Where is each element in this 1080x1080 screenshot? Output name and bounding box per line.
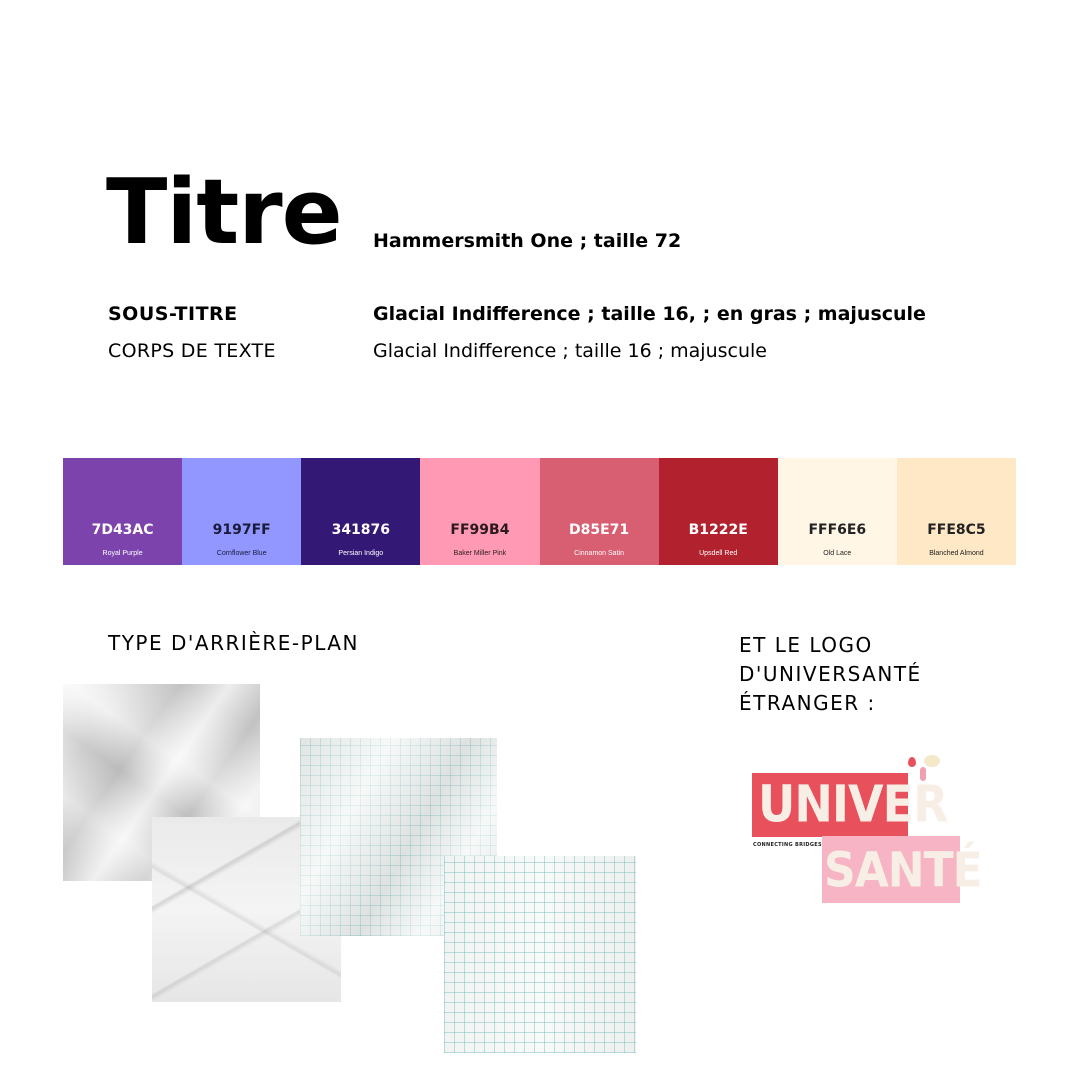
color-swatch: FF99B4 Baker Miller Pink [420,458,540,565]
logo-heading-line: D'UNIVERSANTÉ [739,662,922,686]
logo-heading: ET LE LOGO D'UNIVERSANTÉ ÉTRANGER : [739,631,922,718]
drop-icon [908,757,916,767]
swatch-name: Upsdell Red [699,550,738,557]
swatch-name: Blanched Almond [929,550,984,557]
logo-word-univer: UNIVER [758,774,948,834]
logo-heading-line: ET LE LOGO [739,633,873,657]
color-palette: 7D43AC Royal Purple 9197FF Cornflower Blue… [63,458,1016,565]
logo-word-sante: SANTÉ [824,842,983,899]
body-text-sample: CORPS DE TEXTE [108,340,276,362]
grid-paper-texture [444,856,636,1053]
background-type-heading: TYPE D'ARRIÈRE-PLAN [108,631,359,655]
swatch-hex: FFF6E6 [808,522,867,538]
body-font-spec: Glacial Indifference ; taille 16 ; majus… [373,340,767,362]
swatch-hex: 7D43AC [91,522,154,538]
title-sample: Titre [106,160,343,265]
color-swatch: D85E71 Cinnamon Satin [539,458,659,565]
subtitle-font-spec: Glacial Indifference ; taille 16, ; en g… [373,303,926,325]
color-swatch: 7D43AC Royal Purple [63,458,183,565]
cloud-icon [924,755,940,767]
swatch-name: Cinnamon Satin [574,550,624,557]
logo-heading-line: ÉTRANGER : [739,691,876,715]
swatch-hex: B1222E [688,522,748,538]
color-swatch: 9197FF Cornflower Blue [182,458,302,565]
subtitle-sample: SOUS-TITRE [108,303,238,325]
swatch-hex: 9197FF [212,522,271,538]
swatch-name: Persian Indigo [338,550,384,557]
swatch-hex: FF99B4 [450,522,510,538]
swatch-hex: D85E71 [568,522,630,538]
logo-tagline: CONNECTING BRIDGES! [753,842,825,848]
swatch-name: Old Lace [823,550,852,557]
color-swatch: B1222E Upsdell Red [658,458,778,565]
color-swatch: FFE8C5 Blanched Almond [896,458,1016,565]
universante-logo: UNIVER CONNECTING BRIDGES! SANTÉ [752,755,983,905]
swatch-name: Cornflower Blue [216,550,267,557]
swatch-hex: FFE8C5 [927,522,986,538]
color-swatch: FFF6E6 Old Lace [777,458,897,565]
swatch-name: Baker Miller Pink [453,550,507,557]
swatch-hex: 341876 [331,522,391,538]
swatch-name: Royal Purple [102,550,143,557]
color-swatch: 341876 Persian Indigo [301,458,421,565]
title-font-spec: Hammersmith One ; taille 72 [373,230,682,252]
